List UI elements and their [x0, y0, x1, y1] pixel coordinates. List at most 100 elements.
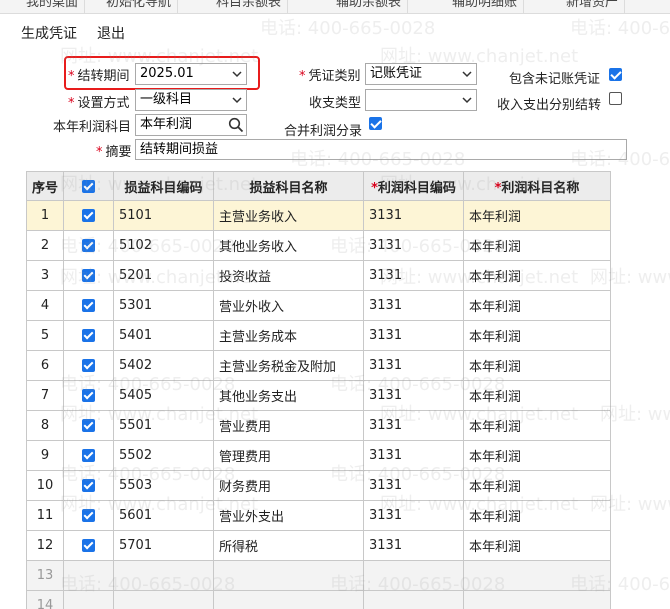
row-checkbox[interactable] [82, 329, 96, 342]
row-name[interactable]: 主营业务税金及附加 [213, 350, 365, 381]
row-number[interactable]: 10 [25, 470, 65, 501]
row-checkbox[interactable] [82, 449, 96, 462]
row-code[interactable]: 5301 [113, 290, 215, 321]
row-checkbox[interactable] [82, 299, 96, 312]
row-profit-name[interactable]: 本年利润 [463, 350, 612, 381]
row-code[interactable]: 5102 [113, 230, 215, 261]
row-code[interactable]: 5401 [113, 320, 215, 351]
row-checkbox-cell[interactable] [63, 200, 115, 231]
row-name[interactable]: 主营业务成本 [213, 320, 365, 351]
row-profit-code[interactable]: 3131 [363, 200, 465, 231]
row-number[interactable]: 11 [25, 500, 65, 531]
row-code[interactable]: 5402 [113, 350, 215, 381]
setup-select[interactable]: 一级科目 [135, 89, 247, 111]
row-profit-name[interactable]: 本年利润 [463, 380, 612, 411]
row-code[interactable]: 5101 [113, 200, 215, 231]
header-select-all[interactable] [63, 171, 115, 201]
row-checkbox[interactable] [82, 359, 96, 372]
row-code[interactable]: 5503 [113, 470, 215, 501]
row-profit-name[interactable]: 本年利润 [463, 200, 612, 231]
row-code[interactable]: 5701 [113, 530, 215, 561]
row-name[interactable]: 营业外支出 [213, 500, 365, 531]
tab-aux-balance[interactable]: 辅助余额表 [330, 0, 409, 13]
row-name[interactable]: 财务费用 [213, 470, 365, 501]
table-row[interactable]: 11 5601 营业外支出 3131 本年利润 [25, 500, 612, 531]
row-profit-name[interactable]: 本年利润 [463, 470, 612, 501]
row-number[interactable]: 12 [25, 530, 65, 561]
row-name[interactable]: 其他业务支出 [213, 380, 365, 411]
row-number[interactable]: 4 [25, 290, 65, 321]
row-checkbox-cell[interactable] [63, 530, 115, 561]
row-name[interactable]: 管理费用 [213, 440, 365, 471]
separate-checkbox[interactable] [609, 92, 622, 105]
row-checkbox-cell[interactable] [63, 350, 115, 381]
include-unposted-checkbox[interactable] [609, 68, 622, 81]
row-profit-code[interactable]: 3131 [363, 410, 465, 441]
row-code[interactable]: 5201 [113, 260, 215, 291]
row-profit-name[interactable]: 本年利润 [463, 320, 612, 351]
exit-button[interactable]: 退出 [97, 23, 125, 43]
row-checkbox-cell[interactable] [63, 500, 115, 531]
row-profit-name[interactable]: 本年利润 [463, 290, 612, 321]
row-checkbox[interactable] [82, 269, 96, 282]
search-icon[interactable] [228, 117, 244, 133]
row-profit-name[interactable]: 本年利润 [463, 410, 612, 441]
row-checkbox-cell[interactable] [63, 380, 115, 411]
table-row[interactable]: 3 5201 投资收益 3131 本年利润 [25, 260, 612, 291]
row-name[interactable]: 营业外收入 [213, 290, 365, 321]
select-all-checkbox[interactable] [82, 179, 96, 193]
row-profit-code[interactable]: 3131 [363, 290, 465, 321]
row-name[interactable]: 投资收益 [213, 260, 365, 291]
row-code[interactable]: 5601 [113, 500, 215, 531]
row-profit-code[interactable]: 3131 [363, 380, 465, 411]
row-checkbox-cell[interactable] [63, 260, 115, 291]
row-number[interactable]: 7 [25, 380, 65, 411]
table-row[interactable]: 8 5501 营业费用 3131 本年利润 [25, 410, 612, 441]
row-checkbox[interactable] [82, 509, 96, 522]
row-number[interactable]: 9 [25, 440, 65, 471]
generate-voucher-button[interactable]: 生成凭证 [21, 23, 77, 43]
row-checkbox[interactable] [82, 209, 96, 222]
row-checkbox[interactable] [82, 479, 96, 492]
tab-init-guide[interactable]: 初始化导航 [100, 0, 179, 13]
row-code[interactable]: 5501 [113, 410, 215, 441]
summary-field[interactable]: 结转期间损益 [135, 139, 627, 160]
row-checkbox-cell[interactable] [63, 320, 115, 351]
row-number[interactable]: 5 [25, 320, 65, 351]
row-profit-code[interactable]: 3131 [363, 320, 465, 351]
row-number[interactable]: 3 [25, 260, 65, 291]
row-profit-code[interactable]: 3131 [363, 530, 465, 561]
tab-desktop[interactable]: 我的桌面 [20, 0, 86, 13]
row-name[interactable]: 营业费用 [213, 410, 365, 441]
row-profit-name[interactable]: 本年利润 [463, 440, 612, 471]
row-profit-name[interactable]: 本年利润 [463, 230, 612, 261]
table-row[interactable]: 6 5402 主营业务税金及附加 3131 本年利润 [25, 350, 612, 381]
row-number[interactable]: 6 [25, 350, 65, 381]
table-row[interactable]: 5 5401 主营业务成本 3131 本年利润 [25, 320, 612, 351]
row-checkbox-cell[interactable] [63, 410, 115, 441]
merge-checkbox[interactable] [369, 117, 382, 130]
tab-aux-detail[interactable]: 辅助明细账 [446, 0, 525, 13]
row-code[interactable]: 5502 [113, 440, 215, 471]
table-row[interactable]: 7 5405 其他业务支出 3131 本年利润 [25, 380, 612, 411]
table-row[interactable]: 12 5701 所得税 3131 本年利润 [25, 530, 612, 561]
row-profit-code[interactable]: 3131 [363, 440, 465, 471]
table-row[interactable]: 4 5301 营业外收入 3131 本年利润 [25, 290, 612, 321]
table-row[interactable]: 10 5503 财务费用 3131 本年利润 [25, 470, 612, 501]
row-checkbox-cell[interactable] [63, 290, 115, 321]
row-checkbox[interactable] [82, 419, 96, 432]
row-profit-code[interactable]: 3131 [363, 350, 465, 381]
row-checkbox-cell[interactable] [63, 230, 115, 261]
row-number[interactable]: 2 [25, 230, 65, 261]
row-checkbox[interactable] [82, 239, 96, 252]
row-name[interactable]: 主营业务收入 [213, 200, 365, 231]
tab-account-balance[interactable]: 科目余额表 [210, 0, 289, 13]
row-profit-name[interactable]: 本年利润 [463, 260, 612, 291]
voucher-type-select[interactable]: 记账凭证 [365, 63, 477, 85]
row-name[interactable]: 所得税 [213, 530, 365, 561]
tab-new-asset[interactable]: 新增资产 [560, 0, 626, 13]
row-profit-code[interactable]: 3131 [363, 500, 465, 531]
row-checkbox-cell[interactable] [63, 440, 115, 471]
row-code[interactable]: 5405 [113, 380, 215, 411]
row-number[interactable]: 8 [25, 410, 65, 441]
